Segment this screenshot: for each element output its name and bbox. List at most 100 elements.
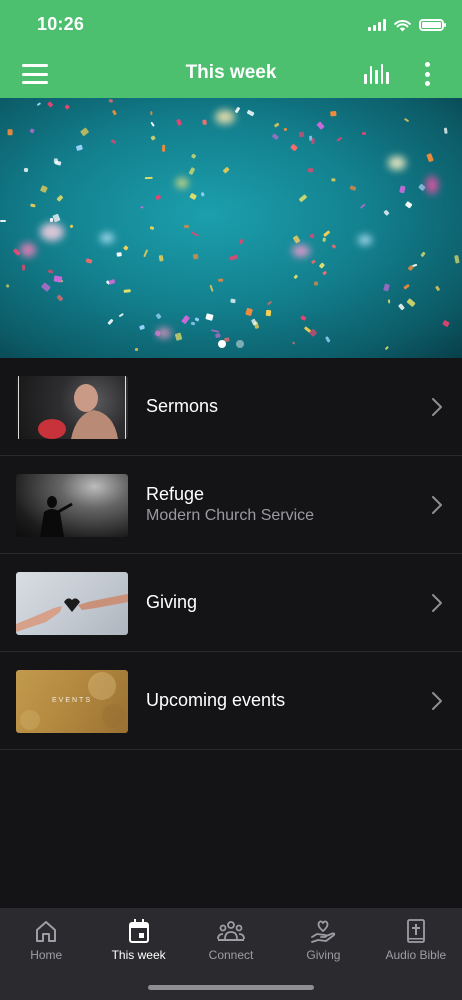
list-item-title: Refuge [146,484,205,504]
confetti-piece [123,244,129,251]
confetti-piece [85,258,93,264]
confetti-piece [23,167,28,173]
confetti-piece [5,283,10,288]
confetti-piece [230,297,237,303]
confetti-piece [266,310,272,317]
confetti-piece [313,282,319,287]
confetti-piece [69,224,74,230]
confetti-piece [245,307,253,316]
confetti-piece [399,185,407,194]
confetti-piece [154,312,162,319]
confetti-piece [217,279,224,283]
confetti-piece [175,118,182,126]
tab-label: Connect [208,948,254,962]
confetti-piece [53,274,63,282]
list-item-upcoming-events[interactable]: EVENTS Upcoming events [0,652,462,750]
confetti-piece [158,254,164,262]
confetti-blur [358,235,372,245]
confetti-piece [283,127,288,132]
confetti-piece [188,192,198,201]
confetti-piece [191,153,197,159]
confetti-piece [64,103,71,110]
confetti-piece [208,284,214,292]
chevron-right-icon [432,496,442,514]
confetti-piece [143,249,149,257]
chevron-right-icon [432,594,442,612]
calendar-icon [128,919,149,943]
confetti-piece [138,324,145,331]
list-item-title: Giving [146,592,198,612]
confetti-piece [289,143,298,152]
confetti-piece [331,243,336,249]
confetti-piece [40,281,51,292]
confetti-piece [21,264,25,271]
confetti-piece [190,321,196,326]
confetti-piece [54,160,61,167]
confetti-piece [239,239,244,245]
confetti-piece [273,123,280,129]
confetti-piece [442,320,451,328]
confetti-piece [181,314,190,324]
confetti-blur [157,328,171,338]
confetti-piece [311,138,315,145]
confetti-piece [246,109,256,117]
confetti-blur [426,176,438,194]
tab-label: Home [30,948,63,962]
list-item-sermons[interactable]: Sermons [0,358,462,456]
confetti-piece [214,333,221,338]
hand-heart-icon [311,920,336,943]
confetti-piece [335,136,343,143]
confetti-piece [322,230,331,238]
confetti-piece [398,303,405,311]
confetti-piece [421,251,427,257]
confetti-piece [403,117,409,123]
tab-label: Giving [306,948,341,962]
sermons-thumbnail [16,376,128,439]
confetti-blur [215,110,235,124]
hero-carousel[interactable] [0,98,462,358]
confetti-piece [300,315,307,321]
confetti-piece [150,135,157,142]
giving-thumbnail [16,572,128,635]
confetti-piece [190,231,199,238]
home-indicator [148,985,314,990]
confetti-blur [20,243,36,257]
list-item-giving[interactable]: Giving [0,554,462,652]
confetti-piece [298,193,308,203]
confetti-piece [111,109,117,116]
confetti-piece [201,119,207,126]
tab-home[interactable]: Home [0,908,92,1000]
confetti-piece [108,278,116,285]
confetti-piece [0,219,6,223]
confetti-piece [426,153,434,163]
carousel-dot-1[interactable] [218,340,226,348]
confetti-piece [110,138,117,144]
more-options-button[interactable] [420,62,434,86]
confetti-piece [150,122,155,128]
list-item-refuge[interactable]: Refuge Modern Church Service [0,456,462,554]
confetti-piece [39,185,48,193]
confetti-piece [205,313,214,321]
carousel-dot-2[interactable] [236,340,244,348]
confetti-piece [210,329,219,333]
tab-label: This week [111,948,166,962]
confetti-piece [318,262,325,269]
confetti-piece [56,294,64,302]
battery-icon [419,19,446,31]
confetti-piece [149,111,153,116]
confetti-piece [139,205,144,209]
confetti-piece [108,98,114,104]
status-time: 10:26 [37,14,85,34]
tab-audio-bible[interactable]: Audio Bible [370,908,462,1000]
confetti-piece [47,269,54,274]
wifi-icon [394,19,411,31]
chevron-right-icon [432,692,442,710]
audio-levels-button[interactable] [364,64,390,84]
confetti-piece [162,144,166,153]
confetti-piece [46,101,54,108]
cellular-signal-icon [368,19,386,31]
confetti-blur [100,233,114,243]
confetti-piece [322,270,328,277]
confetti-piece [200,191,206,198]
status-icons [368,16,446,34]
